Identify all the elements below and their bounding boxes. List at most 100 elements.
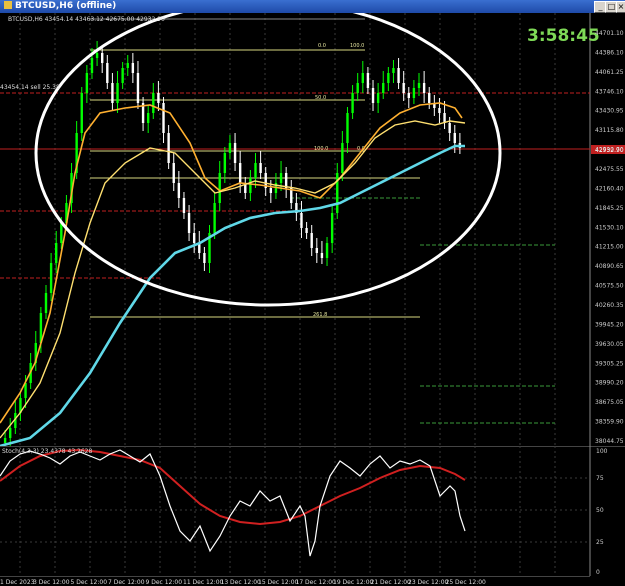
candle-body bbox=[228, 143, 232, 153]
candle-body bbox=[85, 73, 89, 93]
candles bbox=[3, 41, 462, 446]
candle-body bbox=[351, 93, 354, 113]
price-label: 44701.10 bbox=[595, 30, 624, 37]
candle-body bbox=[305, 228, 308, 233]
candle-body bbox=[254, 163, 257, 178]
time-label: 1 Dec 2023 bbox=[0, 579, 35, 586]
price-label: 42160.40 bbox=[595, 185, 624, 192]
price-chart[interactable]: 0.0 100.0 50.0 100.0 0.0 261.8 BTCUSD,H6… bbox=[0, 13, 625, 446]
price-label: 41215.00 bbox=[595, 244, 624, 251]
candle-body bbox=[443, 113, 446, 123]
candle-body bbox=[218, 173, 221, 203]
candle-body bbox=[136, 73, 140, 103]
stoch-header: Stoch(4,3,3) 23.4378 43.2628 bbox=[2, 448, 93, 455]
price-label: 44386.10 bbox=[595, 49, 624, 56]
time-label: 7 Dec 12:00 bbox=[108, 579, 145, 586]
candle-body bbox=[330, 213, 334, 243]
candle-body bbox=[49, 263, 53, 293]
candle-body bbox=[361, 73, 365, 83]
time-label: 9 Dec 12:00 bbox=[146, 579, 183, 586]
price-label: 44061.25 bbox=[595, 69, 624, 76]
candle-body bbox=[9, 428, 12, 438]
price-axis-labels: 44701.10 44386.10 44061.25 43746.10 43430.95… bbox=[595, 30, 624, 445]
price-label: 43115.80 bbox=[595, 127, 624, 134]
candle-body bbox=[259, 163, 262, 173]
candle-body bbox=[417, 83, 421, 88]
candle-body bbox=[371, 88, 375, 103]
time-axis: 1 Dec 20233 Dec 12:00 5 Dec 12:00 7 Dec 12… bbox=[0, 576, 590, 586]
price-label: 40890.65 bbox=[595, 263, 624, 270]
fib-label-50: 50.0 bbox=[315, 95, 326, 101]
candle-body bbox=[366, 73, 370, 88]
time-label: 5 Dec 12:00 bbox=[71, 579, 108, 586]
candle-body bbox=[376, 93, 380, 103]
candle-body bbox=[438, 108, 441, 113]
price-label: 38990.20 bbox=[595, 380, 624, 387]
stoch-level-25: 25 bbox=[596, 539, 604, 546]
price-label: 43746.10 bbox=[595, 88, 624, 95]
time-label: 15 Dec 12:00 bbox=[258, 579, 299, 586]
price-label: 43430.95 bbox=[595, 108, 624, 115]
candle-body bbox=[162, 103, 165, 133]
stochastic-panel[interactable]: Stoch(4,3,3) 23.4378 43.2628 100 75 50 2… bbox=[0, 446, 625, 576]
time-label: 23 Dec 12:00 bbox=[408, 579, 449, 586]
candle-timer: 3:58:45 bbox=[527, 26, 600, 46]
candle-body bbox=[152, 93, 155, 113]
candle-body bbox=[126, 63, 129, 68]
candle-body bbox=[412, 88, 416, 98]
stoch-level-75: 75 bbox=[596, 475, 604, 482]
candle-body bbox=[80, 93, 83, 133]
title-bar: BTCUSD,H6 (offline) _ □ × bbox=[0, 0, 625, 13]
candle-body bbox=[233, 143, 237, 163]
candle-body bbox=[95, 53, 99, 58]
candle-body bbox=[320, 253, 324, 258]
candle-body bbox=[310, 233, 313, 248]
candle-body bbox=[346, 113, 349, 143]
candle-body bbox=[269, 188, 273, 193]
time-label: 25 Dec 12:00 bbox=[446, 579, 487, 586]
candle-body bbox=[448, 123, 451, 133]
window-title-text: BTCUSD,H6 (offline) bbox=[15, 1, 117, 11]
price-label: 39305.25 bbox=[595, 360, 624, 367]
candle-body bbox=[106, 63, 109, 83]
candle-body bbox=[3, 438, 7, 443]
candle-body bbox=[325, 243, 329, 258]
chart-window-icon bbox=[4, 1, 12, 9]
candle-body bbox=[300, 213, 303, 228]
candle-body bbox=[131, 63, 135, 73]
fib-label-261: 261.8 bbox=[313, 312, 327, 318]
candle-body bbox=[453, 133, 456, 143]
candle-body bbox=[167, 133, 170, 163]
price-label: 39630.05 bbox=[595, 341, 624, 348]
stoch-grid bbox=[0, 446, 590, 576]
chart-header: BTCUSD,H6 43454.14 43463.12 42675.00 429… bbox=[8, 16, 165, 23]
stoch-level-0: 0 bbox=[596, 569, 600, 576]
candle-body bbox=[60, 223, 63, 243]
candle-body bbox=[213, 203, 216, 233]
price-label: 41530.10 bbox=[595, 224, 624, 231]
candle-body bbox=[223, 153, 227, 173]
price-label: 42475.55 bbox=[595, 166, 624, 173]
trade-note: 43454.14 sell 25.38 bbox=[0, 84, 60, 91]
candle-body bbox=[315, 248, 319, 253]
time-label: 11 Dec 12:00 bbox=[183, 579, 224, 586]
price-label: 40575.50 bbox=[595, 283, 624, 290]
candle-body bbox=[387, 73, 390, 83]
close-button[interactable]: × bbox=[616, 1, 625, 13]
window-title: BTCUSD,H6 (offline) bbox=[4, 0, 116, 13]
candle-body bbox=[187, 213, 191, 233]
price-label: 40260.35 bbox=[595, 302, 624, 309]
fib-label-100-top: 100.0 bbox=[350, 43, 364, 49]
candle-body bbox=[422, 83, 426, 93]
stoch-level-100: 100 bbox=[596, 448, 608, 455]
time-label: 3 Dec 12:00 bbox=[33, 579, 70, 586]
candle-body bbox=[121, 68, 124, 83]
time-label: 13 Dec 12:00 bbox=[221, 579, 262, 586]
stoch-main-line bbox=[0, 449, 466, 557]
candle-body bbox=[116, 83, 119, 103]
fib-label-100: 100.0 bbox=[314, 146, 328, 152]
candle-body bbox=[284, 173, 288, 188]
candle-body bbox=[100, 53, 104, 63]
candle-body bbox=[203, 253, 206, 263]
candle-body bbox=[392, 68, 395, 73]
